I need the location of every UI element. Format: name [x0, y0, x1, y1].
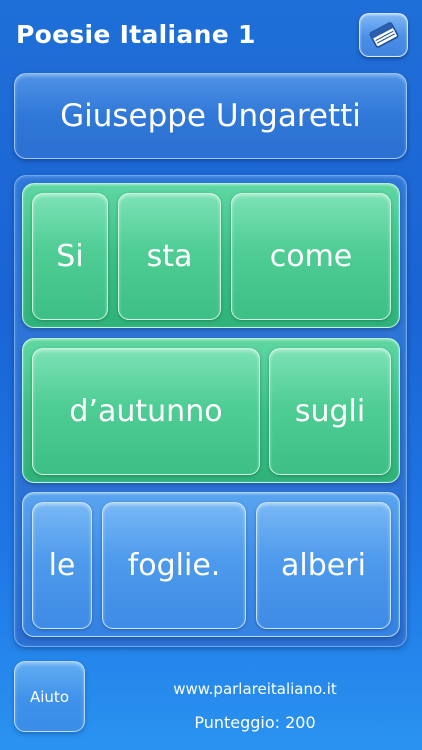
app-title: Poesie Italiane 1 — [16, 20, 256, 49]
word-tile[interactable]: le — [32, 502, 92, 629]
website-link[interactable]: www.parlareitaliano.it — [100, 680, 410, 698]
book-icon — [369, 22, 398, 48]
puzzle-row-3: le foglie. alberi — [22, 492, 400, 637]
puzzle-row-1: Si sta come — [22, 183, 400, 328]
library-button[interactable] — [359, 13, 408, 57]
word-tile[interactable]: foglie. — [102, 502, 246, 629]
help-button[interactable]: Aiuto — [14, 661, 85, 732]
word-tile[interactable]: sugli — [269, 348, 391, 475]
word-tile[interactable]: d’autunno — [32, 348, 260, 475]
word-tile[interactable]: come — [231, 193, 391, 320]
score-label: Punteggio: 200 — [194, 713, 316, 732]
word-tile[interactable]: Si — [32, 193, 108, 320]
word-tile[interactable]: alberi — [256, 502, 391, 629]
word-tile[interactable]: sta — [118, 193, 221, 320]
author-name: Giuseppe Ungaretti — [14, 73, 407, 159]
puzzle-row-2: d’autunno sugli — [22, 338, 400, 483]
